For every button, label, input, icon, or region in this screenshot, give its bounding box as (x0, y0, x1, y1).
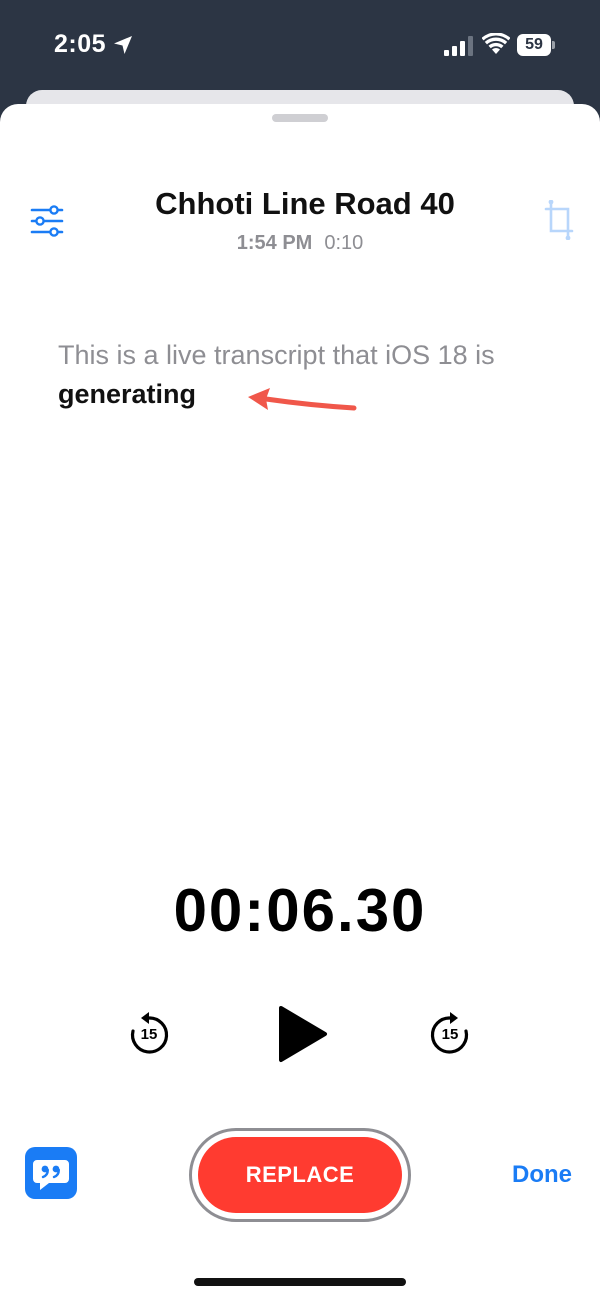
replace-button-ring: REPLACE (189, 1128, 411, 1222)
recording-duration: 0:10 (324, 232, 364, 254)
transcript-quote-icon (33, 1160, 69, 1190)
skip-back-label: 15 (140, 1026, 158, 1043)
status-time: 2:05 (54, 30, 107, 58)
recording-title[interactable]: Chhoti Line Road 40 (0, 186, 600, 222)
recording-sheet: Chhoti Line Road 40 1:54 PM 0:10 This is … (0, 104, 600, 1300)
play-icon[interactable] (278, 1005, 328, 1063)
transcript-button[interactable] (25, 1147, 77, 1199)
location-icon (114, 36, 132, 54)
skip-forward-button[interactable]: 15 (428, 1011, 472, 1057)
skip-forward-label: 15 (441, 1026, 459, 1043)
annotation-arrow-icon (248, 388, 357, 411)
transcript-current-word: generating (58, 379, 197, 409)
recording-time: 1:54 PM (236, 232, 313, 254)
battery-tip (552, 41, 555, 49)
home-indicator[interactable] (194, 1278, 406, 1286)
skip-back-button[interactable]: 15 (127, 1011, 171, 1057)
wifi-icon (482, 33, 510, 54)
replace-button[interactable]: REPLACE (198, 1137, 402, 1213)
recording-meta: 1:54 PM 0:10 (0, 232, 600, 255)
battery-level: 59 (517, 34, 551, 56)
signal-icon (444, 36, 473, 56)
transcript-text: This is a live transcript that iOS 18 is (58, 340, 495, 370)
status-bar: 2:05 59 (0, 0, 600, 90)
sheet-grabber[interactable] (272, 114, 328, 122)
battery-icon: 59 (517, 34, 555, 56)
done-button[interactable]: Done (512, 1161, 572, 1189)
elapsed-time: 00:06.30 (173, 877, 427, 944)
screen: 2:05 59 Chhoti Line Road 40 1:54 PM 0:10… (0, 0, 600, 1300)
